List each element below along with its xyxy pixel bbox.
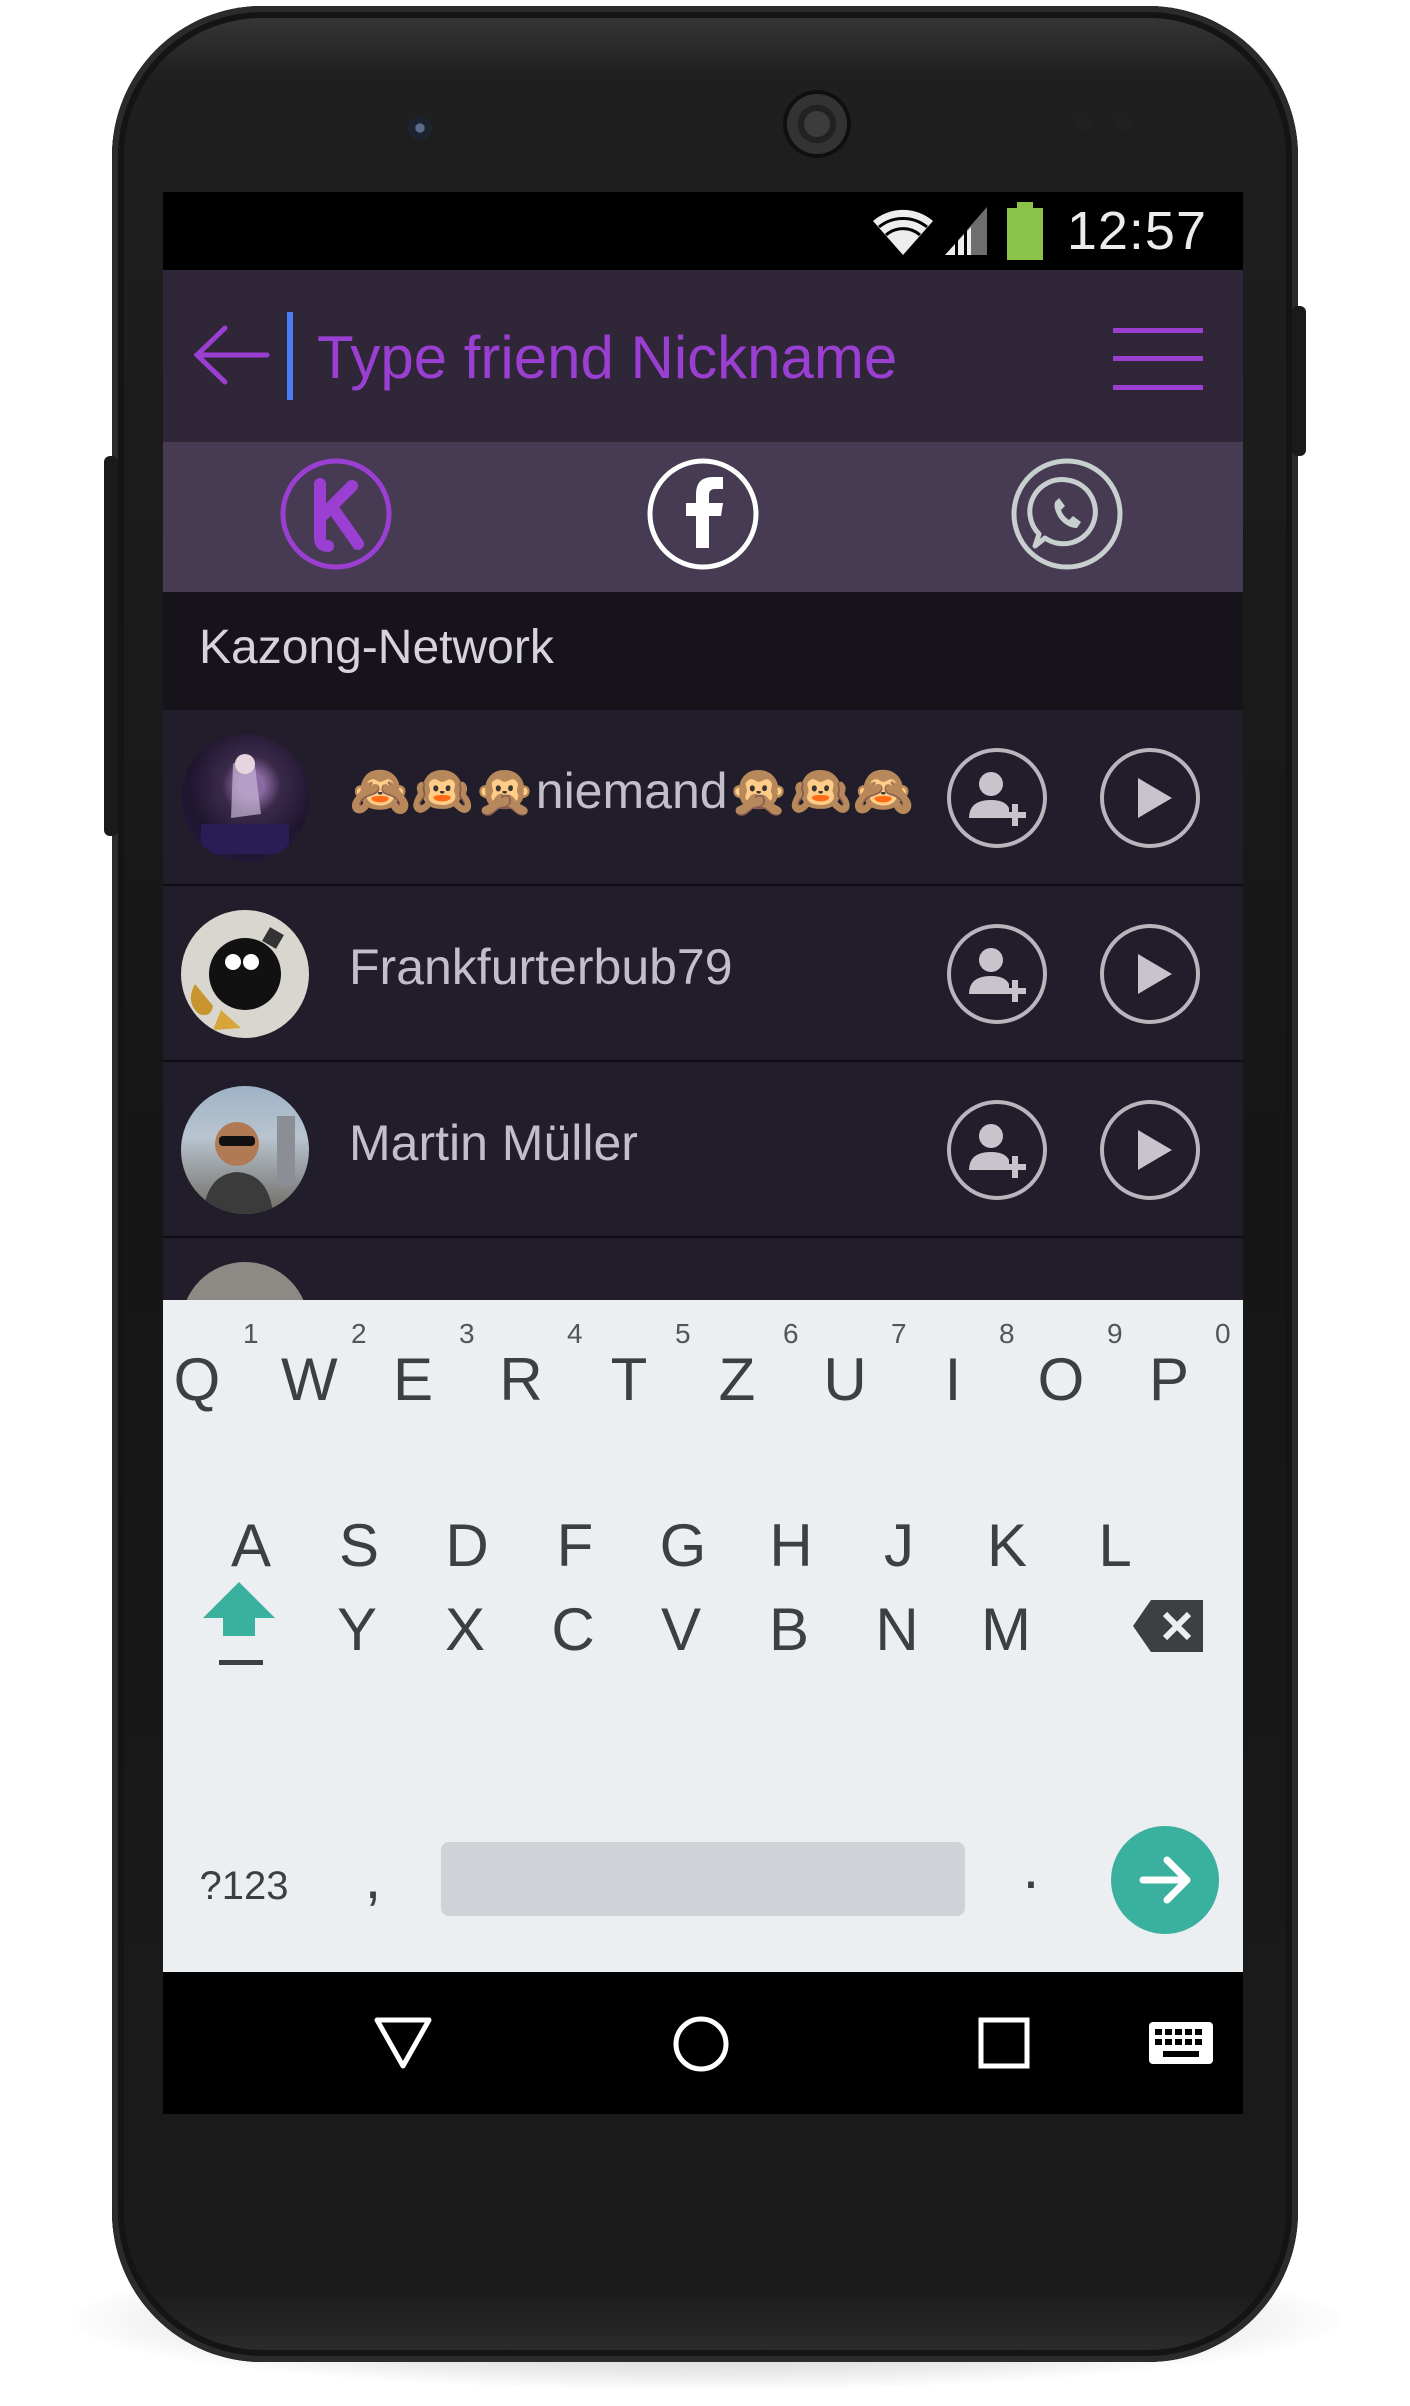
phone-screen: 12:57 Kazong-Network xyxy=(163,192,1243,2114)
add-friend-icon[interactable] xyxy=(945,1098,1049,1202)
status-bar: 12:57 xyxy=(163,192,1243,270)
soft-keyboard: Q1W2E3R4T5Z6U7I8O9P0 ASDFGHJKL YXCVBNM ?… xyxy=(163,1300,1243,1972)
key-p[interactable]: P xyxy=(1145,1350,1193,1410)
contact-name: 🙈🙉🙊niemand🙊🙉🙈 xyxy=(349,763,915,819)
back-triangle-icon[interactable] xyxy=(373,2012,433,2072)
key-k[interactable]: K xyxy=(983,1516,1031,1576)
network-selector xyxy=(163,442,1243,592)
kazong-k-icon[interactable] xyxy=(278,456,394,572)
play-icon[interactable] xyxy=(1098,922,1202,1026)
proximity-sensor xyxy=(1074,114,1092,132)
search-app-bar xyxy=(163,270,1243,442)
key-v[interactable]: V xyxy=(657,1600,705,1660)
key-hint: 5 xyxy=(675,1318,691,1349)
friend-nickname-input[interactable] xyxy=(315,310,1039,404)
key-o[interactable]: O xyxy=(1037,1350,1085,1410)
key-z[interactable]: Z xyxy=(713,1350,761,1410)
hamburger-menu-icon[interactable] xyxy=(1113,326,1203,392)
key-hint: 6 xyxy=(783,1318,799,1349)
contact-avatar xyxy=(181,1086,309,1214)
contact-avatar xyxy=(181,734,309,862)
key-hint: 9 xyxy=(1107,1318,1123,1349)
contact-avatar xyxy=(181,910,309,1038)
key-y[interactable]: Y xyxy=(333,1600,381,1660)
contact-name: Frankfurterbub79 xyxy=(349,939,733,995)
play-icon[interactable] xyxy=(1098,746,1202,850)
light-sensor xyxy=(1114,114,1132,132)
home-circle-icon[interactable] xyxy=(671,2014,731,2074)
key-b[interactable]: B xyxy=(765,1600,813,1660)
contact-name: Martin Müller xyxy=(349,1115,638,1171)
key-q[interactable]: Q xyxy=(173,1350,221,1410)
space-key[interactable] xyxy=(441,1842,965,1916)
whatsapp-icon[interactable] xyxy=(1009,456,1125,572)
add-friend-icon[interactable] xyxy=(945,746,1049,850)
key-i[interactable]: I xyxy=(929,1350,977,1410)
system-nav-bar xyxy=(163,1972,1243,2114)
enter-key[interactable] xyxy=(1111,1826,1219,1934)
key-h[interactable]: H xyxy=(767,1516,815,1576)
key-hint: 1 xyxy=(243,1318,259,1349)
facebook-icon[interactable] xyxy=(645,456,761,572)
key-f[interactable]: F xyxy=(551,1516,599,1576)
section-title: Kazong-Network xyxy=(199,621,554,674)
recents-square-icon[interactable] xyxy=(977,2016,1031,2070)
section-header: Kazong-Network xyxy=(163,592,1243,710)
shift-key[interactable] xyxy=(199,1576,279,1676)
add-friend-icon[interactable] xyxy=(945,922,1049,1026)
key-hint: 3 xyxy=(459,1318,475,1349)
backspace-key[interactable] xyxy=(1131,1596,1207,1656)
contact-row[interactable]: 🙈🙉🙊niemand🙊🙉🙈 xyxy=(163,710,1243,887)
key-e[interactable]: E xyxy=(389,1350,437,1410)
key-hint: 2 xyxy=(351,1318,367,1349)
key-hint: 0 xyxy=(1215,1318,1231,1349)
keyboard-icon[interactable] xyxy=(1149,2022,1213,2064)
key-hint: 8 xyxy=(999,1318,1015,1349)
battery-icon xyxy=(1006,202,1043,260)
key-t[interactable]: T xyxy=(605,1350,653,1410)
power-button xyxy=(1292,306,1306,456)
period-key[interactable]: . xyxy=(1011,1838,1051,1898)
earpiece-speaker xyxy=(787,94,847,154)
key-c[interactable]: C xyxy=(549,1600,597,1660)
arrow-right-icon xyxy=(1139,1856,1191,1904)
key-a[interactable]: A xyxy=(227,1516,275,1576)
key-g[interactable]: G xyxy=(659,1516,707,1576)
contact-row[interactable]: Martin Müller xyxy=(163,1062,1243,1239)
contact-row[interactable]: Frankfurterbub79 xyxy=(163,886,1243,1063)
back-arrow-icon[interactable] xyxy=(191,320,271,390)
key-j[interactable]: J xyxy=(875,1516,923,1576)
key-s[interactable]: S xyxy=(335,1516,383,1576)
volume-button xyxy=(104,456,118,836)
key-l[interactable]: L xyxy=(1091,1516,1139,1576)
status-clock: 12:57 xyxy=(1066,201,1207,261)
key-hint: 4 xyxy=(567,1318,583,1349)
play-icon[interactable] xyxy=(1098,1098,1202,1202)
key-u[interactable]: U xyxy=(821,1350,869,1410)
cell-signal-icon xyxy=(944,207,987,255)
key-hint: 7 xyxy=(891,1318,907,1349)
key-d[interactable]: D xyxy=(443,1516,491,1576)
front-camera xyxy=(408,116,432,140)
key-m[interactable]: M xyxy=(981,1600,1031,1660)
key-x[interactable]: X xyxy=(441,1600,489,1660)
key-w[interactable]: W xyxy=(281,1350,338,1410)
key-n[interactable]: N xyxy=(873,1600,921,1660)
symbols-key[interactable]: ?123 xyxy=(189,1856,299,1916)
key-r[interactable]: R xyxy=(497,1350,545,1410)
wifi-icon xyxy=(872,209,933,255)
text-cursor xyxy=(287,312,293,400)
comma-key[interactable]: , xyxy=(353,1848,393,1908)
